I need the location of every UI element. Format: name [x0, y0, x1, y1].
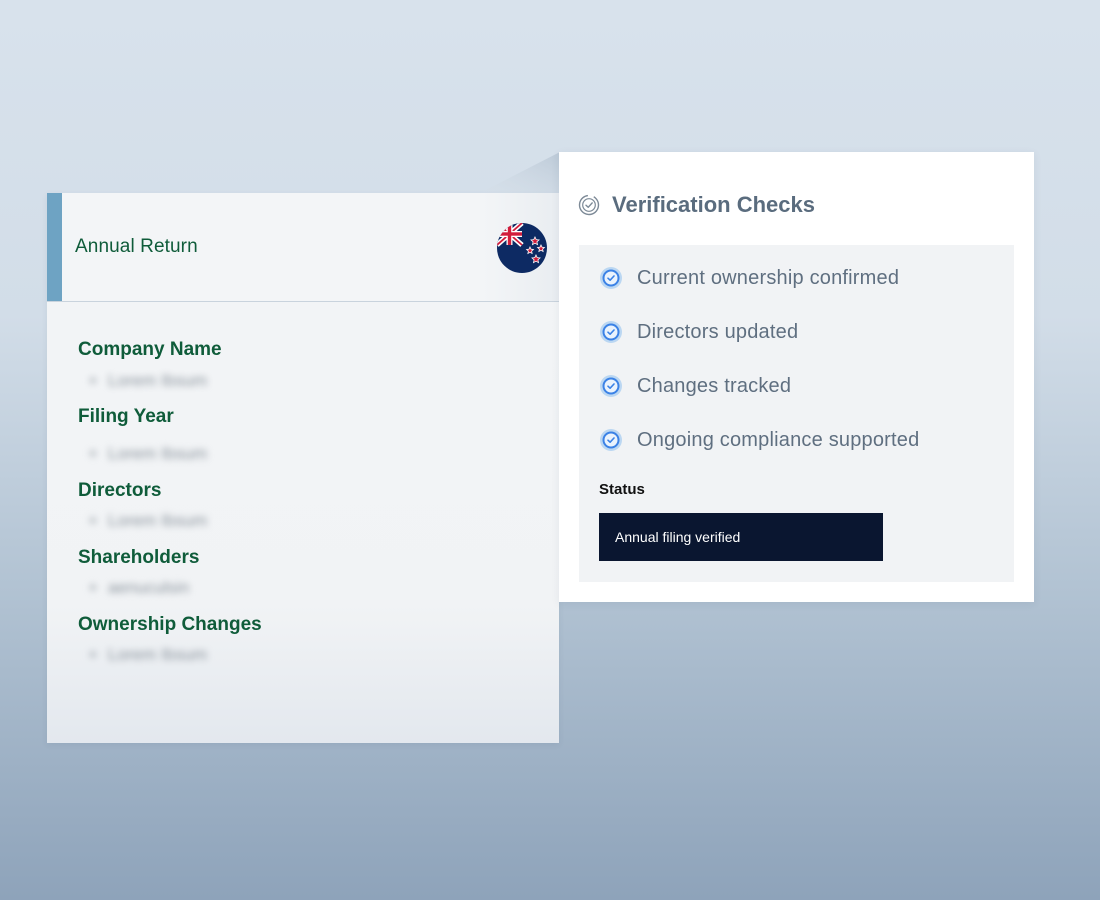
- field-value-redacted: + Lorem Ibsum: [88, 443, 518, 465]
- check-label: Current ownership confirmed: [637, 266, 900, 289]
- checks-panel: Current ownership confirmed Directors up…: [579, 245, 1014, 582]
- field-value-text: aenuculsin: [108, 578, 190, 597]
- status-badge: Annual filing verified: [599, 513, 883, 561]
- document-title: Annual Return: [75, 236, 198, 257]
- field-label: Shareholders: [78, 547, 200, 568]
- bullet-icon: +: [88, 444, 98, 463]
- card-connector: [480, 152, 560, 193]
- field-label: Filing Year: [78, 406, 174, 427]
- verification-header: Verification Checks: [578, 192, 815, 218]
- document-fields: Company Name + Lorem Ibsum Filing Year + L…: [78, 338, 518, 680]
- field-value-redacted: + Lorem Ibsum: [88, 644, 518, 666]
- field-label: Directors: [78, 480, 162, 501]
- field-value-redacted: + aenuculsin: [88, 577, 518, 599]
- check-item: Current ownership confirmed: [599, 263, 899, 293]
- check-badge-icon: [600, 321, 622, 343]
- check-item: Changes tracked: [599, 371, 791, 401]
- status-label: Status: [599, 481, 645, 498]
- check-badge-icon: [600, 375, 622, 397]
- field-value-text: Lorem Ibsum: [108, 511, 208, 530]
- verification-card: Verification Checks Current ownership co…: [559, 152, 1034, 602]
- field-value-redacted: + Lorem Ibsum: [88, 370, 518, 392]
- verification-title: Verification Checks: [612, 192, 815, 217]
- field-value-text: Lorem Ibsum: [108, 371, 208, 390]
- flag-area: [483, 193, 559, 301]
- field-value-text: Lorem Ibsum: [108, 444, 208, 463]
- field-label: Company Name: [78, 339, 222, 360]
- illustration-frame: Annual Return Company Name + Lorem Ibsum…: [0, 0, 1100, 900]
- check-label: Directors updated: [637, 320, 799, 343]
- bullet-icon: +: [88, 371, 98, 390]
- check-label: Ongoing compliance supported: [637, 428, 920, 451]
- field-label: Ownership Changes: [78, 614, 262, 635]
- field-filing-year: Filing Year + Lorem Ibsum: [78, 405, 518, 479]
- status-value: Annual filing verified: [615, 529, 741, 545]
- check-item: Directors updated: [599, 317, 798, 347]
- field-directors: Directors + Lorem Ibsum: [78, 479, 518, 546]
- verified-check-circle-icon: [578, 194, 600, 216]
- field-value-text: Lorem Ibsum: [108, 645, 208, 664]
- check-badge-icon: [600, 429, 622, 451]
- document-header: Annual Return: [47, 193, 559, 302]
- new-zealand-flag-icon: [497, 223, 547, 273]
- accent-bar: [47, 193, 62, 301]
- annual-return-card: Annual Return Company Name + Lorem Ibsum…: [47, 193, 559, 743]
- check-badge-icon: [600, 267, 622, 289]
- check-label: Changes tracked: [637, 374, 792, 397]
- bullet-icon: +: [88, 578, 98, 597]
- bullet-icon: +: [88, 645, 98, 664]
- bullet-icon: +: [88, 511, 98, 530]
- field-ownership-changes: Ownership Changes + Lorem Ibsum: [78, 613, 518, 680]
- check-item: Ongoing compliance supported: [599, 425, 919, 455]
- field-value-redacted: + Lorem Ibsum: [88, 510, 518, 532]
- field-shareholders: Shareholders + aenuculsin: [78, 546, 518, 613]
- field-company-name: Company Name + Lorem Ibsum: [78, 338, 518, 405]
